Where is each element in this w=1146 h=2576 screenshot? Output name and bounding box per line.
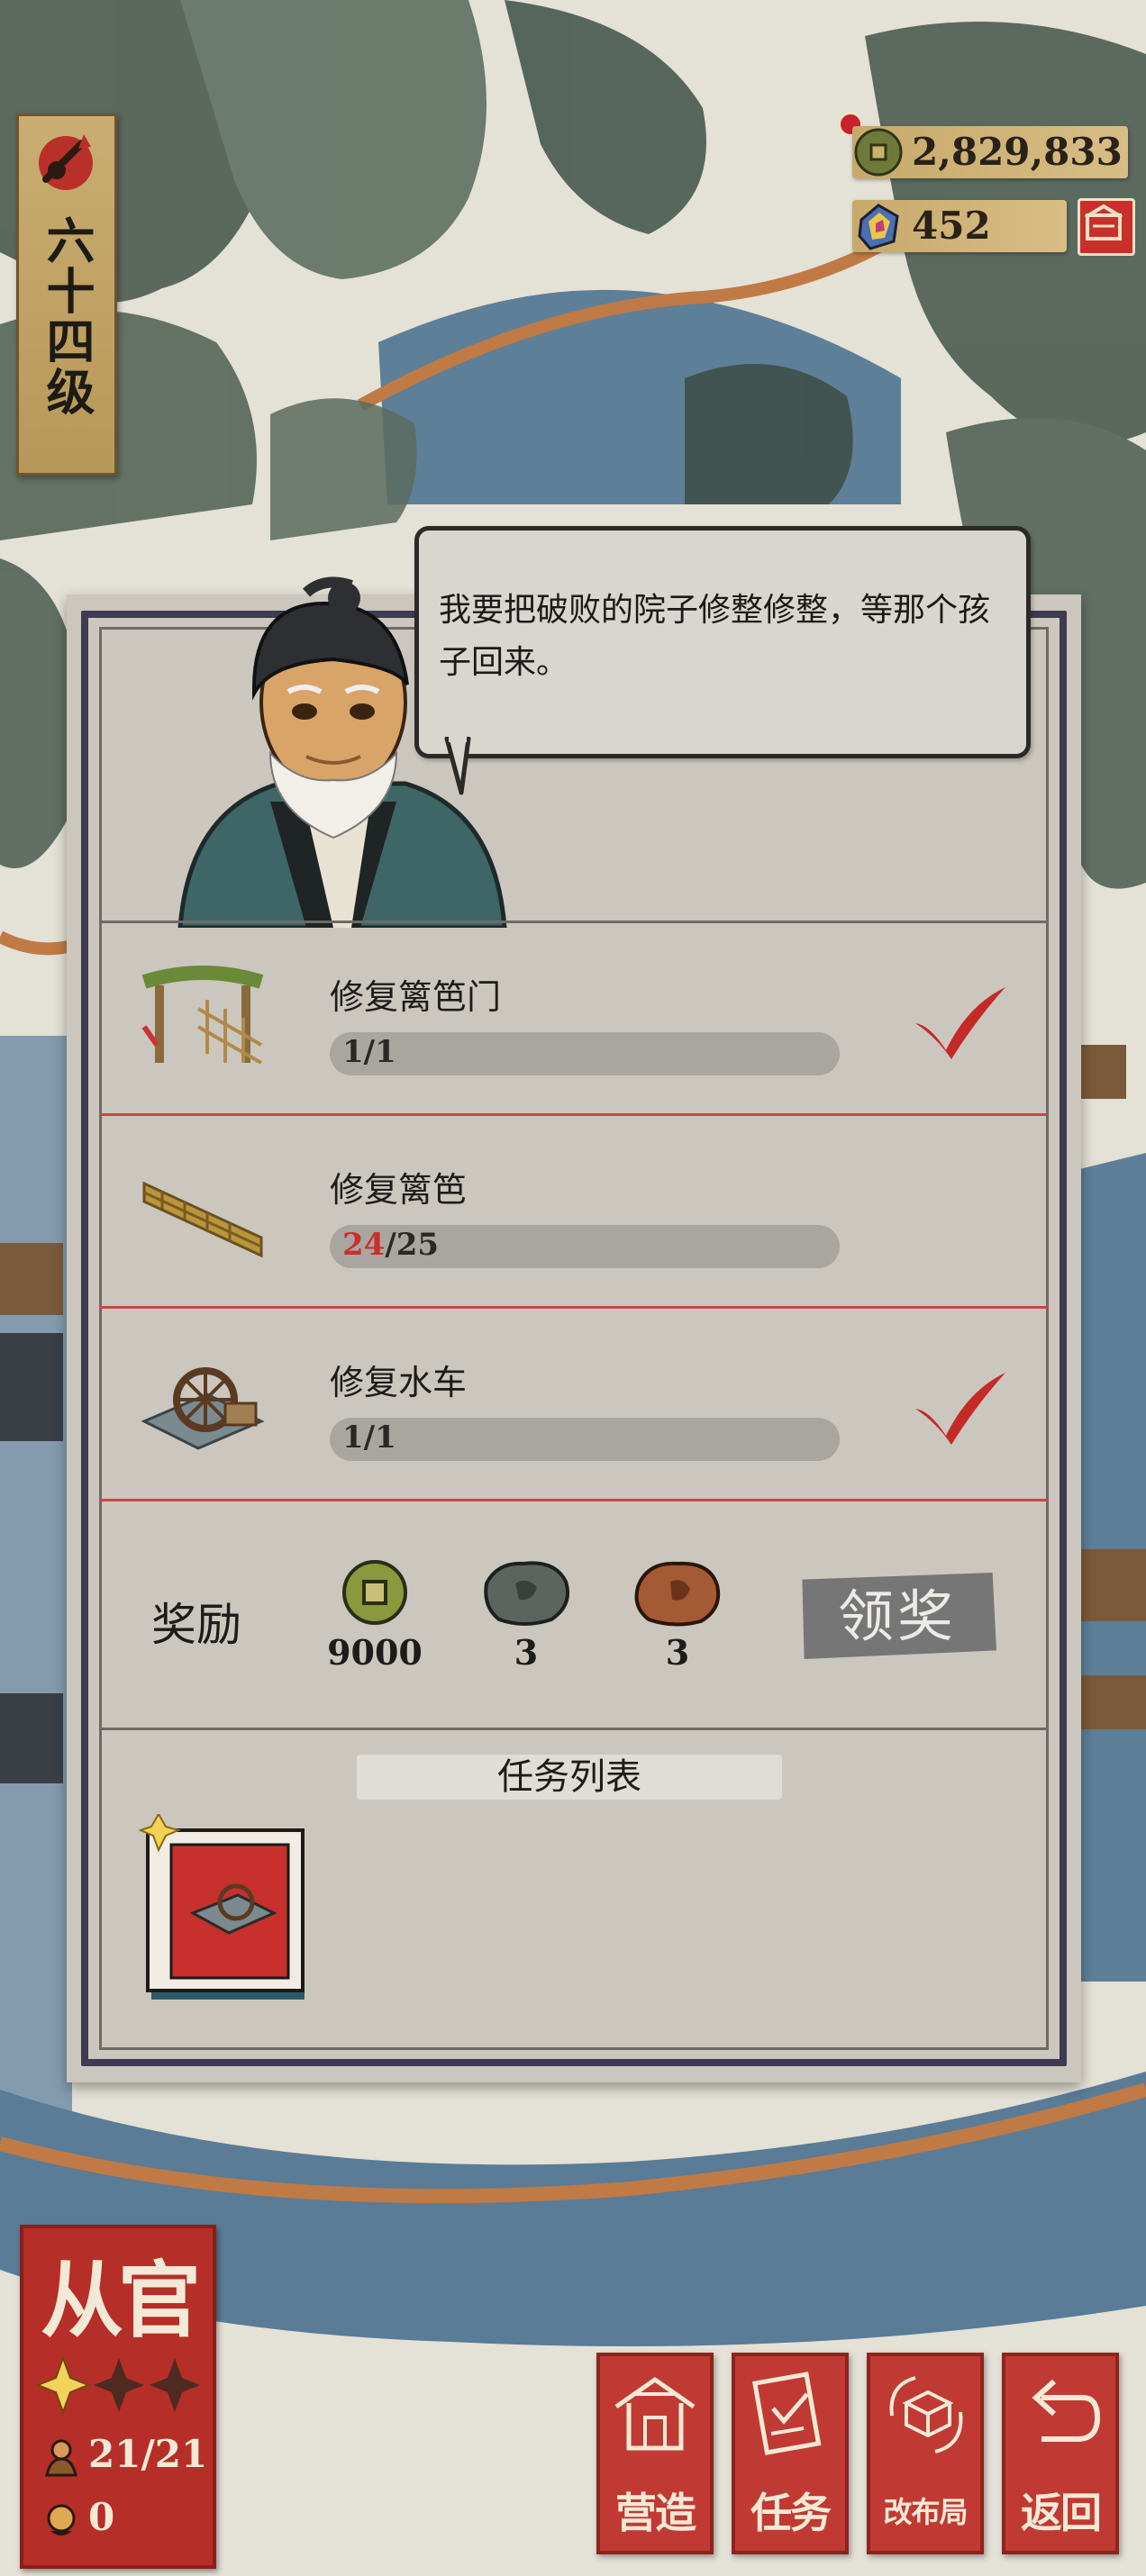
task-progress-total: /1 <box>363 1420 396 1456</box>
task-progress-bar: 24/25 <box>330 1225 840 1268</box>
layout-label: 改布局 <box>883 2495 968 2529</box>
reward-item: 9000 <box>321 1556 429 1673</box>
speech-bubble-tail <box>444 737 471 795</box>
population-value: 21/21 <box>88 2432 208 2476</box>
task-book-icon[interactable] <box>139 1814 319 2003</box>
task-title: 修复水车 <box>330 1363 468 1402</box>
task-row[interactable]: 修复水车 1/1 <box>99 1313 1049 1502</box>
task-progress-text: 1/1 <box>342 1034 396 1070</box>
task-progress-total: /1 <box>363 1034 396 1070</box>
task-progress-current: 1 <box>342 1034 364 1070</box>
shop-button[interactable] <box>1078 198 1135 256</box>
reward-amount: 3 <box>665 1632 690 1673</box>
reward-amount: 3 <box>514 1632 539 1673</box>
task-progress-current: 24 <box>342 1227 386 1263</box>
rank-stars <box>36 2355 200 2415</box>
return-label: 返回 <box>1021 2489 1102 2537</box>
build-label: 营造 <box>615 2489 696 2537</box>
copper-ore-icon <box>634 1561 721 1627</box>
coin-icon <box>342 1560 407 1625</box>
coin-icon <box>854 128 903 177</box>
reward-item: 3 <box>623 1556 732 1673</box>
task-row[interactable]: 修复篱笆门 1/1 <box>99 928 1049 1117</box>
worker-icon <box>47 2504 76 2535</box>
task-row[interactable]: 修复篱笆 24/25 <box>99 1120 1049 1310</box>
task-button[interactable]: 任务 <box>732 2353 849 2554</box>
divider <box>99 1306 1049 1309</box>
rank-title: 从官 <box>40 2252 201 2349</box>
task-progress-bar: 1/1 <box>330 1032 840 1075</box>
task-title: 修复篱笆门 <box>330 977 502 1017</box>
layout-icon <box>889 2376 963 2454</box>
claim-reward-button[interactable]: 领奖 <box>802 1573 996 1659</box>
task-progress-current: 1 <box>342 1420 364 1456</box>
population-stat: 21/21 <box>41 2432 207 2477</box>
fence-icon <box>142 1181 263 1258</box>
coin-value: 2,829,833 <box>912 130 1123 174</box>
gem-counter: 452 <box>852 200 1067 252</box>
task-progress-text: 24/25 <box>342 1227 439 1263</box>
reward-label: 奖励 <box>151 1599 241 1651</box>
worker-value: 0 <box>88 2495 115 2539</box>
gem-value: 452 <box>912 204 991 248</box>
rank-badge[interactable]: 从官 21/21 0 <box>20 2225 216 2569</box>
task-title: 修复篱笆 <box>330 1170 468 1210</box>
divider <box>99 921 1049 923</box>
waterwheel-icon <box>141 1367 265 1450</box>
divider <box>99 1113 1049 1116</box>
player-level-tag[interactable]: 六十四级 <box>16 113 117 476</box>
task-progress-text: 1/1 <box>342 1420 396 1456</box>
check-icon <box>915 987 1005 1059</box>
reward-item: 3 <box>472 1556 580 1673</box>
divider <box>99 1728 1049 1730</box>
level-emblem-icon <box>39 134 93 190</box>
level-label: 六十四级 <box>38 215 96 417</box>
task-progress-total: /25 <box>385 1227 440 1263</box>
building-icon <box>614 2376 696 2451</box>
layout-button[interactable]: 改布局 <box>867 2353 984 2554</box>
scroll-icon <box>751 2372 822 2455</box>
check-icon <box>915 1373 1005 1445</box>
divider <box>99 1499 1049 1501</box>
build-button[interactable]: 营造 <box>596 2353 714 2554</box>
task-label: 任务 <box>750 2489 832 2537</box>
reward-amount: 9000 <box>327 1632 423 1673</box>
worker-stat: 0 <box>41 2495 114 2540</box>
speech-bubble: 我要把破败的院子修整修整，等那个孩子回来。 <box>414 526 1031 758</box>
dialog-text: 我要把破败的院子修整修整，等那个孩子回来。 <box>439 592 991 681</box>
villager-icon <box>45 2439 77 2477</box>
gate-icon <box>141 966 264 1065</box>
return-icon <box>1032 2379 1101 2442</box>
grey-ore-icon <box>484 1561 569 1626</box>
gem-icon <box>858 204 899 250</box>
return-button[interactable]: 返回 <box>1002 2353 1119 2554</box>
shop-icon <box>1084 204 1123 240</box>
task-progress-bar: 1/1 <box>330 1418 840 1461</box>
task-list-header: 任务列表 <box>357 1755 782 1800</box>
coin-counter: 2,829,833 <box>852 126 1128 178</box>
